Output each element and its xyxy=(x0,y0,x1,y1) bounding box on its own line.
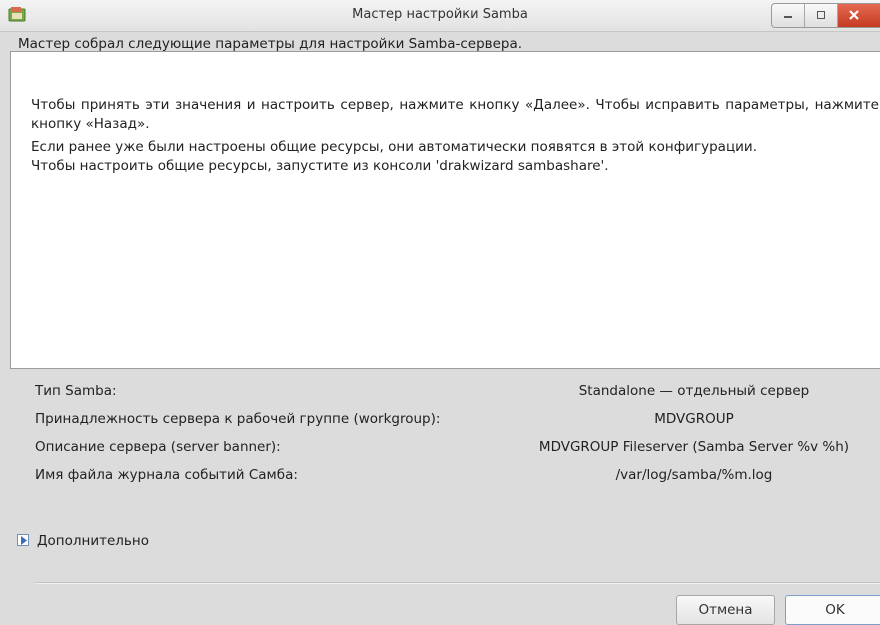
minimize-button[interactable] xyxy=(772,4,805,27)
summary-label: Имя файла журнала событий Самба: xyxy=(35,467,298,483)
title-bar: Мастер настройки Samba xyxy=(0,0,880,32)
summary-value: MDVGROUP Fileserver (Samba Server %v %h) xyxy=(538,439,850,455)
close-button[interactable] xyxy=(838,4,880,27)
window-controls xyxy=(771,3,880,28)
summary-label: Описание сервера (server banner): xyxy=(35,439,281,455)
button-separator xyxy=(35,582,880,584)
summary-value: Standalone — отдельный сервер xyxy=(578,383,810,399)
cancel-button[interactable]: Отмена xyxy=(676,595,775,625)
summary-value: MDVGROUP xyxy=(654,411,734,427)
maximize-button[interactable] xyxy=(805,4,838,27)
summary-value: /var/log/samba/%m.log xyxy=(615,467,773,483)
info-paragraph-shares: Если ранее уже были настроены общие ресу… xyxy=(31,139,757,155)
ok-button[interactable]: OK xyxy=(785,595,880,625)
expander-arrow-icon xyxy=(17,534,29,546)
window-title: Мастер настройки Samba xyxy=(352,7,528,22)
summary-label: Принадлежность сервера к рабочей группе … xyxy=(35,411,441,427)
expander-label: Дополнительно xyxy=(37,533,149,549)
info-paragraph-console: Чтобы настроить общие ресурсы, запустите… xyxy=(31,158,609,174)
info-paragraph-accept: Чтобы принять эти значения и настроить с… xyxy=(31,97,879,132)
info-text-area[interactable]: Чтобы принять эти значения и настроить с… xyxy=(10,51,880,369)
summary-label: Тип Samba: xyxy=(35,383,117,399)
